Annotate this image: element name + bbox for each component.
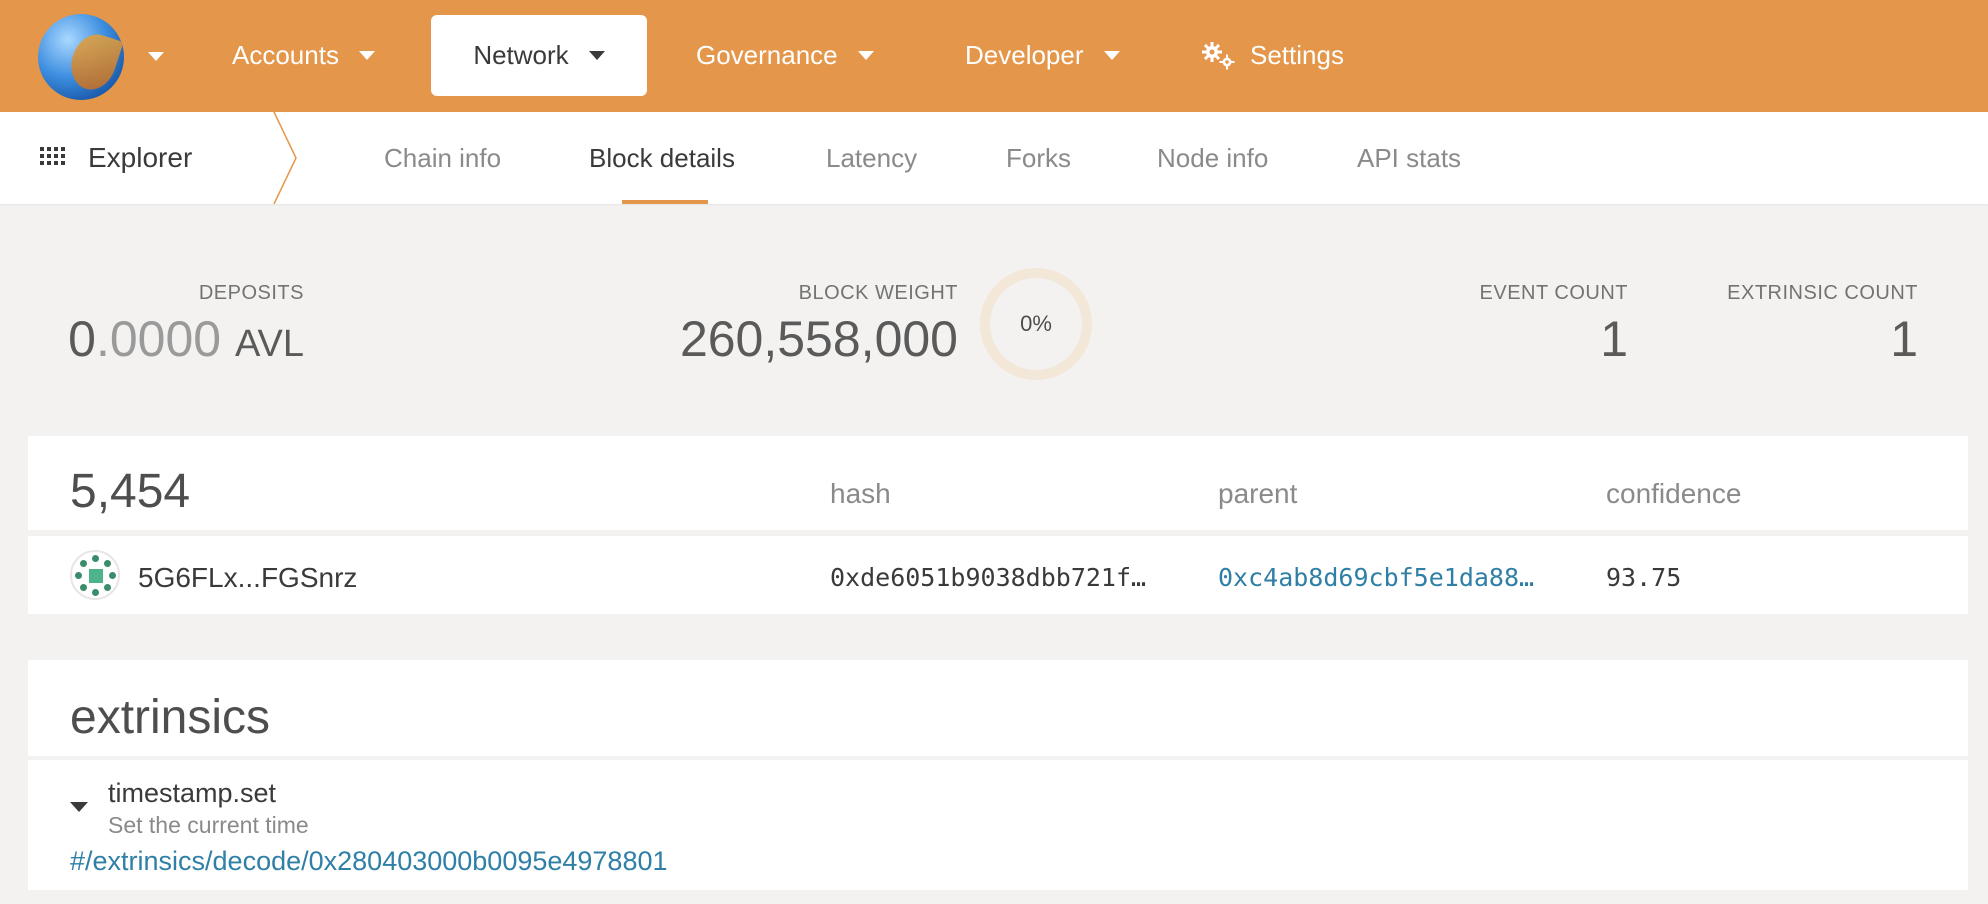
extrinsic-method[interactable]: timestamp.set [108,778,276,809]
block-number: 5,454 [70,465,191,518]
block-author-address[interactable]: 5G6FLx...FGSnrz [138,562,357,594]
extrinsics-title: extrinsics [70,691,271,744]
author-identicon-icon[interactable] [70,550,120,600]
block-weight-percent: 0% [1020,311,1052,336]
tab-chain-info[interactable]: Chain info [384,112,501,204]
block-confidence: 93.75 [1606,563,1682,592]
gears-icon [1202,41,1235,69]
deposits-unit: AVL [234,323,304,365]
top-navbar: Accounts Network Governance Developer Se… [0,0,1988,112]
column-header-confidence: confidence [1606,478,1742,509]
extrinsic-count-label: EXTRINSIC COUNT [1727,282,1918,304]
block-details-row: 5G6FLx...FGSnrz 0xde6051b9038dbb721f… 0x… [28,536,1968,614]
block-weight-gauge: 0% [980,268,1092,380]
nav-developer[interactable]: Developer [935,15,1150,96]
block-weight-label: BLOCK WEIGHT [798,282,958,304]
block-header-card: 5,454 hash parent confidence [28,436,1968,530]
chevron-down-icon [1103,51,1120,60]
expand-chevron-down-icon[interactable] [70,802,88,812]
tab-node-info[interactable]: Node info [1157,112,1268,204]
section-title: Explorer [88,142,193,173]
event-count-value: 1 [1600,311,1628,367]
active-tab-indicator [622,200,708,204]
deposits-value: 0.0000 AVL [68,310,304,368]
column-header-hash: hash [830,478,891,509]
chain-logo[interactable] [38,14,124,100]
nav-settings[interactable]: Settings [1172,15,1374,96]
nav-network[interactable]: Network [431,15,647,96]
column-header-parent: parent [1218,478,1298,509]
chain-selector-chevron-down-icon[interactable] [148,52,164,61]
nav-governance[interactable]: Governance [666,15,904,96]
extrinsic-item: timestamp.set Set the current time #/ext… [28,760,1968,890]
deposits-frac: .0000 [95,311,222,367]
block-hash: 0xde6051b9038dbb721f… [830,563,1147,592]
nav-governance-label: Governance [696,40,838,70]
extrinsics-header-card: extrinsics [28,660,1968,756]
tab-latency[interactable]: Latency [826,112,917,204]
breadcrumb-separator-icon [273,112,297,204]
extrinsic-count-value: 1 [1890,311,1918,367]
chevron-down-icon [857,51,874,60]
nav-accounts[interactable]: Accounts [202,15,405,96]
deposits-label: DEPOSITS [198,282,304,304]
apps-grid-icon [40,147,66,169]
tab-block-details[interactable]: Block details [589,112,735,204]
extrinsic-description: Set the current time [108,812,309,838]
tab-forks[interactable]: Forks [1006,112,1071,204]
nav-developer-label: Developer [965,40,1084,70]
deposits-int: 0 [68,311,96,367]
parent-hash-link[interactable]: 0xc4ab8d69cbf5e1da88… [1218,563,1538,592]
extrinsic-decode-link[interactable]: #/extrinsics/decode/0x280403000b0095e497… [70,846,668,877]
nav-network-label: Network [473,40,569,70]
nav-settings-label: Settings [1250,40,1344,70]
event-count-label: EVENT COUNT [1479,282,1628,304]
explorer-subnav: Explorer Chain info Block details Latenc… [0,112,1988,204]
chevron-down-icon [588,51,605,60]
chain-logo-icon [38,14,124,100]
block-weight-value: 260,558,000 [679,311,958,367]
tab-api-stats[interactable]: API stats [1357,112,1461,204]
chevron-down-icon [358,51,375,60]
section-explorer[interactable]: Explorer [0,112,272,204]
nav-accounts-label: Accounts [232,40,339,70]
